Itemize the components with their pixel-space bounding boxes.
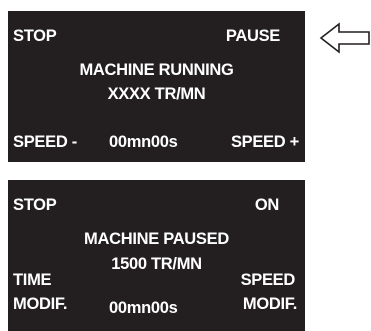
speed-up-softkey-label[interactable]: SPEED + bbox=[231, 133, 299, 152]
left-arrow-icon bbox=[319, 22, 370, 54]
time-modif-softkey-label-line2[interactable]: MODIF. bbox=[13, 295, 67, 314]
speed-modif-softkey-label-line2[interactable]: MODIF. bbox=[243, 295, 297, 314]
stop-softkey-label[interactable]: STOP bbox=[13, 196, 57, 215]
timer-readout: 00mn00s bbox=[109, 133, 178, 151]
speed-readout: XXXX TR/MN bbox=[107, 85, 206, 103]
stop-softkey-label[interactable]: STOP bbox=[13, 27, 57, 46]
pause-softkey-label[interactable]: PAUSE bbox=[226, 27, 280, 46]
machine-running-screen: STOP PAUSE MACHINE RUNNING XXXX TR/MN SP… bbox=[8, 11, 305, 162]
machine-status-text: MACHINE RUNNING bbox=[79, 61, 234, 79]
timer-readout: 00mn00s bbox=[109, 299, 178, 317]
on-softkey-label[interactable]: ON bbox=[255, 196, 279, 215]
time-modif-softkey-label-line1[interactable]: TIME bbox=[13, 271, 52, 290]
machine-paused-screen: STOP ON MACHINE PAUSED 1500 TR/MN TIME M… bbox=[8, 180, 305, 331]
speed-down-softkey-label[interactable]: SPEED - bbox=[13, 133, 77, 152]
speed-modif-softkey-label-line1[interactable]: SPEED bbox=[241, 271, 296, 290]
machine-status-text: MACHINE PAUSED bbox=[84, 230, 229, 248]
